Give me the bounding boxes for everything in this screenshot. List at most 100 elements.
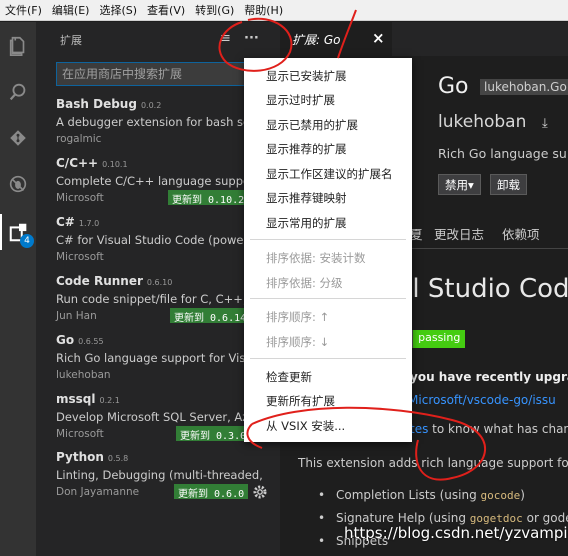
extension-description: Linting, Debugging (multi-threaded, — [56, 468, 263, 482]
extension-publisher: rogalmic — [56, 133, 102, 145]
menu-item-sort-ascending: 排序顺序: ↑ — [266, 310, 330, 324]
extension-name: Code Runner — [56, 274, 143, 288]
extension-name: C# — [56, 215, 75, 229]
menu-item-show-installed[interactable]: 显示已安装扩展 — [266, 68, 347, 84]
menu-separator — [250, 358, 406, 359]
menu-separator — [250, 298, 406, 299]
issues-link[interactable]: /Microsoft/vscode-go/issu — [404, 393, 556, 407]
menu-view[interactable]: 查看(V) — [142, 2, 190, 18]
search-icon[interactable] — [0, 74, 36, 110]
menu-item-show-popular[interactable]: 显示常用的扩展 — [266, 215, 347, 231]
list-item: Completion Lists (using gocode) — [318, 488, 568, 511]
extension-version: 0.6.55 — [78, 337, 104, 346]
uninstall-button[interactable]: 卸载 — [490, 174, 527, 195]
build-badge-status: passing — [413, 330, 466, 348]
tab-extension-go[interactable]: 扩展: Go × — [280, 22, 392, 56]
list-item-text: Signature Help (using — [336, 511, 470, 525]
tab-changelog[interactable]: 更改日志 — [434, 224, 484, 243]
update-button[interactable]: 更新到 0.6.14 — [170, 308, 251, 324]
tab-bar: 扩展: Go × — [280, 22, 568, 56]
tab-dependencies[interactable]: 依赖项 — [502, 224, 540, 243]
more-actions-icon[interactable]: ··· — [244, 31, 259, 46]
list-item-tail: ) — [520, 488, 525, 502]
watermark-url: https://blog.csdn.net/yzvampire — [344, 524, 568, 542]
update-button[interactable]: 更新到 0.3.0 — [176, 426, 251, 442]
list-item-text: Completion Lists (using — [336, 488, 481, 502]
readme-paragraph: This extension adds rich language suppor… — [298, 456, 568, 470]
menu-item-show-disabled[interactable]: 显示已禁用的扩展 — [266, 117, 358, 133]
menu-separator — [250, 239, 406, 240]
extension-version: 0.10.1 — [102, 160, 128, 169]
menu-file[interactable]: 文件(F) — [0, 2, 47, 18]
extension-name: C/C++ — [56, 156, 99, 170]
extension-description: Develop Microsoft SQL Server, Az — [56, 410, 249, 424]
extension-description: C# for Visual Studio Code (power — [56, 233, 249, 247]
menu-help[interactable]: 帮助(H) — [239, 2, 288, 18]
extension-publisher: Don Jayamanne — [56, 486, 140, 498]
extension-detail-name: Go — [438, 74, 469, 99]
extension-version: 0.6.10 — [146, 278, 173, 287]
sidebar-title: 扩展 — [60, 34, 82, 47]
extension-publisher: Microsoft — [56, 192, 104, 204]
extensions-more-actions-menu: 显示已安装扩展 显示过时扩展 显示已禁用的扩展 显示推荐的扩展 显示工作区建议的… — [244, 58, 412, 442]
extension-logo-area — [412, 66, 426, 166]
menu-item-install-from-vsix[interactable]: 从 VSIX 安装... — [266, 418, 345, 434]
activity-bar: 4 — [0, 22, 36, 556]
tab-title: 扩展: Go — [292, 33, 341, 47]
menu-edit[interactable]: 编辑(E) — [47, 2, 95, 18]
menu-goto[interactable]: 转到(G) — [190, 2, 239, 18]
sidebar-header: 扩展 ≡ ··· — [36, 22, 280, 56]
extension-detail-description: Rich Go language supp — [438, 146, 568, 161]
extension-version: 0.0.2 — [140, 101, 162, 110]
feature-list: Completion Lists (using gocode) Signatur… — [318, 488, 568, 556]
extension-name: Bash Debug — [56, 97, 137, 111]
menu-item-show-workspace-recommended[interactable]: 显示工作区建议的扩展名 — [266, 166, 393, 182]
extension-description: Rich Go language support for Vis — [56, 351, 246, 365]
extension-publisher: Microsoft — [56, 428, 104, 440]
release-notes-link[interactable]: tes — [410, 422, 428, 436]
list-icon[interactable]: ≡ — [220, 31, 231, 46]
release-notes-line: tes to know what has chang — [410, 422, 568, 436]
extension-name: mssql — [56, 392, 96, 406]
extension-description: A debugger extension for bash sc — [56, 115, 250, 129]
extension-name: Python — [56, 450, 104, 464]
menu-item-sort-rating: 排序依据: 分级 — [266, 276, 343, 290]
source-control-icon[interactable] — [0, 120, 36, 156]
menu-item-update-all[interactable]: 更新所有扩展 — [266, 393, 335, 409]
extension-identifier-badge: lukehoban.Go — [480, 79, 568, 95]
list-item-code: gocode — [480, 489, 521, 502]
extension-publisher: Jun Han — [56, 310, 97, 322]
gear-icon[interactable] — [252, 484, 268, 500]
upgrade-notice: you have recently upgraded — [410, 370, 568, 384]
extension-item-python[interactable]: Python 0.5.8 Linting, Debugging (multi-th… — [56, 450, 280, 508]
menu-item-show-outdated[interactable]: 显示过时扩展 — [266, 92, 335, 108]
menu-item-show-recommended[interactable]: 显示推荐的扩展 — [266, 141, 347, 157]
extension-description: Complete C/C++ language suppo — [56, 174, 251, 188]
menu-item-show-keymaps[interactable]: 显示推荐键映射 — [266, 190, 347, 206]
menu-selection[interactable]: 选择(S) — [94, 2, 142, 18]
update-button[interactable]: 更新到 0.10.2 — [168, 190, 249, 206]
download-icon: ⤓ — [542, 116, 548, 131]
extension-version: 0.5.8 — [107, 454, 129, 463]
extensions-badge: 4 — [20, 234, 34, 248]
extension-publisher: Microsoft — [56, 251, 104, 263]
update-button[interactable]: 更新到 0.6.0 — [174, 484, 249, 500]
debug-icon[interactable] — [0, 166, 36, 202]
menu-bar: 文件(F) 编辑(E) 选择(S) 查看(V) 转到(G) 帮助(H) — [0, 0, 568, 21]
menu-item-sort-installs: 排序依据: 安装计数 — [266, 251, 366, 265]
extension-name: Go — [56, 333, 75, 347]
list-item-tail: or gode — [522, 511, 568, 525]
close-icon[interactable]: × — [372, 29, 385, 47]
release-notes-text: to know what has chang — [428, 422, 568, 436]
extensions-icon[interactable]: 4 — [0, 214, 36, 250]
menu-item-sort-descending: 排序顺序: ↓ — [266, 335, 330, 349]
extension-version: 1.7.0 — [78, 219, 100, 228]
disable-button[interactable]: 禁用▾ — [438, 174, 481, 195]
extension-description: Run code snippet/file for C, C++, — [56, 292, 247, 306]
menu-item-check-updates[interactable]: 检查更新 — [266, 369, 312, 385]
extension-search-input[interactable] — [56, 62, 256, 86]
extension-publisher: lukehoban — [56, 369, 111, 381]
extension-detail-publisher[interactable]: lukehoban — [438, 112, 526, 132]
extension-version: 0.2.1 — [99, 396, 120, 405]
explorer-icon[interactable] — [0, 28, 36, 64]
